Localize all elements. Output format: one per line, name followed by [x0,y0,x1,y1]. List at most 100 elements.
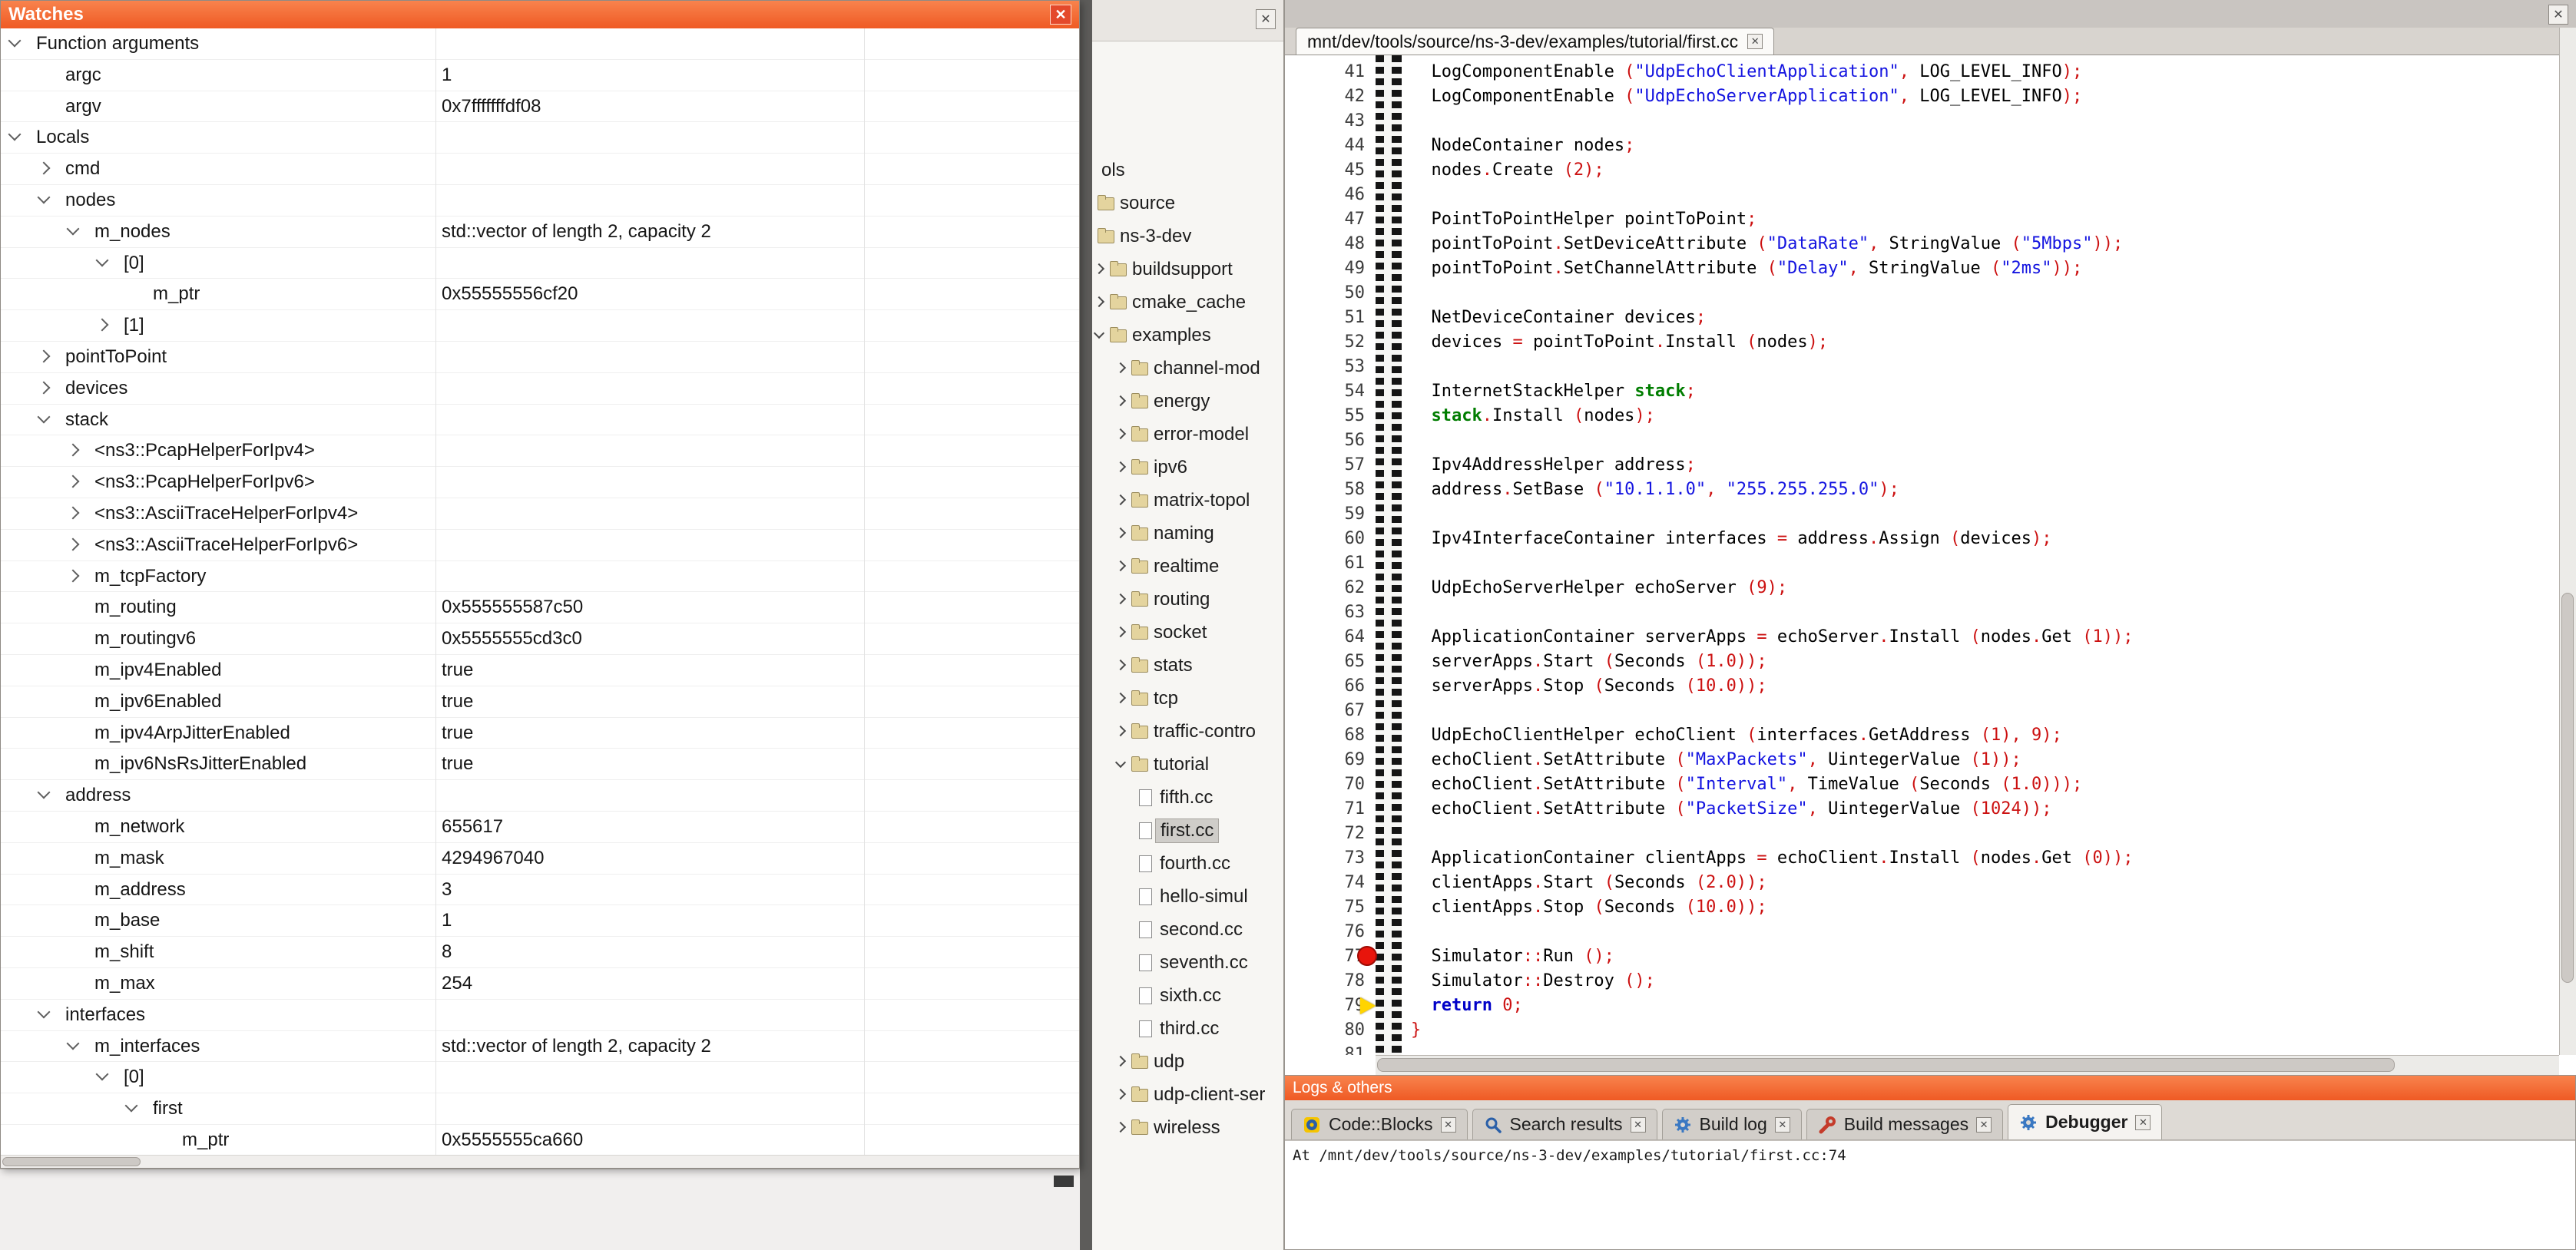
expand-icon[interactable] [1114,583,1131,616]
watch-row[interactable]: argv0x7fffffffdf08 [1,91,1079,123]
expand-icon[interactable] [1114,649,1131,682]
code-line[interactable]: } [1411,1018,2559,1043]
watch-row[interactable]: m_network655617 [1,812,1079,843]
tree-item-cmake-cache[interactable]: cmake_cache [1092,286,1283,319]
watch-row[interactable]: <ns3::PcapHelperForIpv4> [1,435,1079,467]
editor-pane-close-icon[interactable]: ✕ [2548,5,2568,25]
code-line[interactable]: clientApps.Stop (Seconds (10.0)); [1411,895,2559,920]
tab-close-icon[interactable]: ✕ [1631,1117,1646,1133]
code-line[interactable]: echoClient.SetAttribute ("PacketSize", U… [1411,797,2559,822]
resize-grip[interactable] [1054,1176,1074,1187]
watch-row[interactable]: m_mask4294967040 [1,843,1079,875]
watches-hscroll-thumb[interactable] [2,1157,141,1166]
expand-icon[interactable] [67,537,80,551]
code-line[interactable]: pointToPoint.SetDeviceAttribute ("DataRa… [1411,232,2559,256]
tree-item-stats[interactable]: stats [1092,649,1283,682]
code-line[interactable]: serverApps.Start (Seconds (1.0)); [1411,650,2559,674]
panel-divider[interactable] [1080,0,1092,1250]
watch-row[interactable]: stack [1,405,1079,436]
tab-close-icon[interactable]: ✕ [1747,34,1763,49]
watch-row[interactable]: m_address3 [1,875,1079,906]
editor-vscroll-thumb[interactable] [2561,593,2574,983]
tab-close-icon[interactable]: ✕ [2135,1115,2151,1130]
expand-icon[interactable] [1114,385,1131,418]
editor-horizontal-scrollbar[interactable] [1376,1055,2559,1075]
code-line[interactable]: ApplicationContainer clientApps = echoCl… [1411,846,2559,871]
logs-titlebar[interactable]: Logs & others [1285,1076,2575,1100]
watch-row[interactable]: pointToPoint [1,342,1079,373]
logs-tab-search-results[interactable]: Search results✕ [1472,1109,1657,1139]
tree-item-ns-3-dev[interactable]: ns-3-dev [1092,220,1283,253]
code-line[interactable]: nodes.Create (2); [1411,158,2559,183]
watch-row[interactable]: [1] [1,310,1079,342]
code-line[interactable]: return 0; [1411,994,2559,1018]
watch-row[interactable]: m_max254 [1,968,1079,1000]
collapse-icon[interactable] [38,1005,51,1018]
tree-item-second-cc[interactable]: second.cc [1092,913,1283,946]
code-line[interactable]: devices = pointToPoint.Install (nodes); [1411,330,2559,355]
expand-icon[interactable] [38,162,51,175]
watch-row[interactable]: m_nodesstd::vector of length 2, capacity… [1,217,1079,248]
expand-icon[interactable] [1114,517,1131,550]
watch-row[interactable]: nodes [1,185,1079,217]
tree-item-channel-mod[interactable]: channel-mod [1092,352,1283,385]
expand-icon[interactable] [1114,1045,1131,1078]
collapse-icon[interactable] [38,410,51,423]
collapse-icon[interactable] [67,1037,80,1050]
watch-row[interactable]: <ns3::PcapHelperForIpv6> [1,467,1079,498]
expand-icon[interactable] [96,319,109,332]
tree-item-fourth-cc[interactable]: fourth.cc [1092,847,1283,880]
code-line[interactable]: Simulator::Run (); [1411,944,2559,969]
collapse-icon[interactable] [67,222,80,235]
tree-item-udp[interactable]: udp [1092,1045,1283,1078]
code-line[interactable]: address.SetBase ("10.1.1.0", "255.255.25… [1411,478,2559,502]
code-line[interactable]: UdpEchoServerHelper echoServer (9); [1411,576,2559,600]
tree-item-buildsupport[interactable]: buildsupport [1092,253,1283,286]
watch-row[interactable]: cmd [1,154,1079,185]
tree-item-socket[interactable]: socket [1092,616,1283,649]
tab-close-icon[interactable]: ✕ [1441,1117,1456,1133]
code-line[interactable]: stack.Install (nodes); [1411,404,2559,428]
code-line[interactable] [1411,600,2559,625]
watch-row[interactable]: devices [1,373,1079,405]
tree-item-matrix-topol[interactable]: matrix-topol [1092,484,1283,517]
collapse-icon[interactable] [8,128,22,141]
tree-item-naming[interactable]: naming [1092,517,1283,550]
tree-item-source[interactable]: source [1092,187,1283,220]
expand-icon[interactable] [1114,715,1131,748]
collapse-icon[interactable] [125,1100,138,1113]
code-line[interactable]: NetDeviceContainer devices; [1411,306,2559,330]
watches-close-icon[interactable]: ✕ [1050,5,1071,25]
code-line[interactable]: Ipv4InterfaceContainer interfaces = addr… [1411,527,2559,551]
code-line[interactable]: LogComponentEnable ("UdpEchoServerApplic… [1411,84,2559,109]
code-line[interactable]: echoClient.SetAttribute ("Interval", Tim… [1411,772,2559,797]
breakpoint-margin[interactable] [1356,60,1405,1055]
watch-row[interactable]: [0] [1,1062,1079,1093]
tree-item-error-model[interactable]: error-model [1092,418,1283,451]
tree-item-fifth-cc[interactable]: fifth.cc [1092,781,1283,814]
watch-row[interactable]: m_routingv60x5555555cd3c0 [1,623,1079,655]
watch-row[interactable]: m_ptr0x55555556cf20 [1,279,1079,310]
watch-row[interactable]: m_routing0x555555587c50 [1,592,1079,623]
projects-tree[interactable]: olssourcens-3-devbuildsupportcmake_cache… [1092,154,1283,1144]
tree-item-udp-client-ser[interactable]: udp-client-ser [1092,1078,1283,1111]
code-line[interactable] [1411,920,2559,944]
editor-hscroll-thumb[interactable] [1377,1058,2395,1072]
watches-horizontal-scrollbar[interactable] [1,1155,1079,1168]
code-line[interactable]: clientApps.Start (Seconds (2.0)); [1411,871,2559,895]
editor-tab-first-cc[interactable]: mnt/dev/tools/source/ns-3-dev/examples/t… [1296,28,1774,55]
code-line[interactable]: Ipv4AddressHelper address; [1411,453,2559,478]
watch-row[interactable]: <ns3::AsciiTraceHelperForIpv4> [1,498,1079,530]
expand-icon[interactable] [1114,451,1131,484]
watch-row[interactable]: m_interfacesstd::vector of length 2, cap… [1,1031,1079,1063]
tree-item-energy[interactable]: energy [1092,385,1283,418]
tree-item-ipv6[interactable]: ipv6 [1092,451,1283,484]
editor-vertical-scrollbar[interactable] [2559,28,2576,1055]
expand-icon[interactable] [1114,1111,1131,1144]
tree-item-sixth-cc[interactable]: sixth.cc [1092,979,1283,1012]
watch-row[interactable]: Locals [1,122,1079,154]
watch-row[interactable]: m_ipv6Enabledtrue [1,686,1079,718]
tab-close-icon[interactable]: ✕ [1976,1117,1992,1133]
code-line[interactable]: ApplicationContainer serverApps = echoSe… [1411,625,2559,650]
code-line[interactable] [1411,1043,2559,1055]
